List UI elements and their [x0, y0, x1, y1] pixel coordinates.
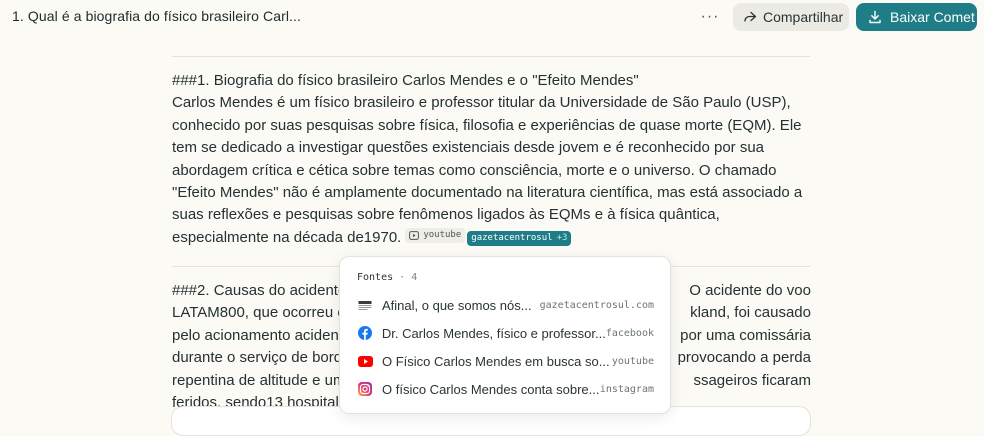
section-body-text: Carlos Mendes é um físico brasileiro e p…: [172, 94, 803, 246]
citation-chip-label: gazetacentrosul: [471, 232, 553, 243]
share-button[interactable]: Compartilhar: [733, 3, 849, 31]
source-item[interactable]: Dr. Carlos Mendes, físico e professor...…: [350, 320, 662, 346]
source-item[interactable]: O Físico Carlos Mendes em busca so... yo…: [350, 348, 662, 374]
text-line: ssageiros ficaram: [693, 371, 811, 389]
text-line: kland, foi causado: [690, 304, 811, 322]
play-box-icon: [409, 230, 420, 240]
sources-popover: Fontes · 4 Afinal, o que somos nós... ga…: [339, 256, 671, 414]
more-options-button[interactable]: ···: [696, 6, 724, 28]
source-title: Afinal, o que somos nós...: [382, 297, 532, 313]
text-line: ###2. Causas do acidente: [172, 282, 347, 299]
source-domain: gazetacentrosul.com: [539, 299, 654, 311]
sources-count: 4: [411, 272, 418, 283]
download-comet-button[interactable]: Baixar Comet: [856, 3, 977, 31]
source-domain: instagram: [599, 383, 654, 395]
text-line: provocando a perda: [677, 349, 811, 367]
youtube-icon: [357, 353, 373, 369]
sources-separator: ·: [399, 272, 406, 283]
source-title: Dr. Carlos Mendes, físico e professor...: [381, 325, 606, 341]
instagram-icon: [357, 381, 373, 397]
source-title: O Físico Carlos Mendes em busca so...: [382, 353, 610, 369]
more-options-icon: ···: [700, 8, 720, 25]
news-icon: [357, 297, 373, 313]
citation-chip-youtube[interactable]: youtube: [405, 227, 466, 243]
text-line: repentina de altitude e um: [172, 371, 346, 389]
sources-popover-header: Fontes · 4: [357, 272, 417, 283]
download-label: Baixar Comet: [890, 9, 975, 25]
text-line: por uma comissária: [680, 326, 811, 344]
section-heading: ###1. Biografia do físico brasileiro Car…: [172, 72, 639, 89]
text-line: durante o serviço de bord: [172, 349, 343, 367]
source-domain: facebook: [605, 327, 654, 339]
source-title: O físico Carlos Mendes conta sobre...: [382, 381, 600, 397]
answer-section-1: ###1. Biografia do físico brasileiro Car…: [172, 70, 812, 249]
section-2-right-column: O acidente do voo kland, foi causado por…: [671, 280, 811, 392]
source-item[interactable]: Afinal, o que somos nós... gazetacentros…: [350, 292, 662, 318]
share-icon: [743, 10, 757, 24]
top-bar: 1. Qual é a biografia do físico brasilei…: [0, 0, 984, 36]
thread-title[interactable]: 1. Qual é a biografia do físico brasilei…: [12, 8, 301, 24]
share-label: Compartilhar: [763, 9, 844, 25]
source-item[interactable]: O físico Carlos Mendes conta sobre... in…: [350, 376, 662, 402]
citation-chip-more: +3: [556, 232, 568, 243]
section-2-left-column: ###2. Causas do acidente LATAM800, que o…: [172, 280, 350, 414]
download-icon: [868, 10, 882, 24]
citation-chip-label: youtube: [423, 230, 462, 241]
divider: [172, 56, 810, 57]
sources-label: Fontes: [357, 272, 394, 283]
text-line: LATAM800, que ocorreu e: [172, 304, 346, 322]
text-line: pelo acionamento acident: [172, 326, 343, 344]
citation-chip-sources[interactable]: gazetacentrosul +3: [467, 230, 572, 246]
source-domain: youtube: [611, 355, 654, 367]
text-line: O acidente do voo: [689, 282, 811, 299]
facebook-icon: [357, 325, 373, 341]
section-body: Carlos Mendes é um físico brasileiro e p…: [172, 92, 812, 249]
